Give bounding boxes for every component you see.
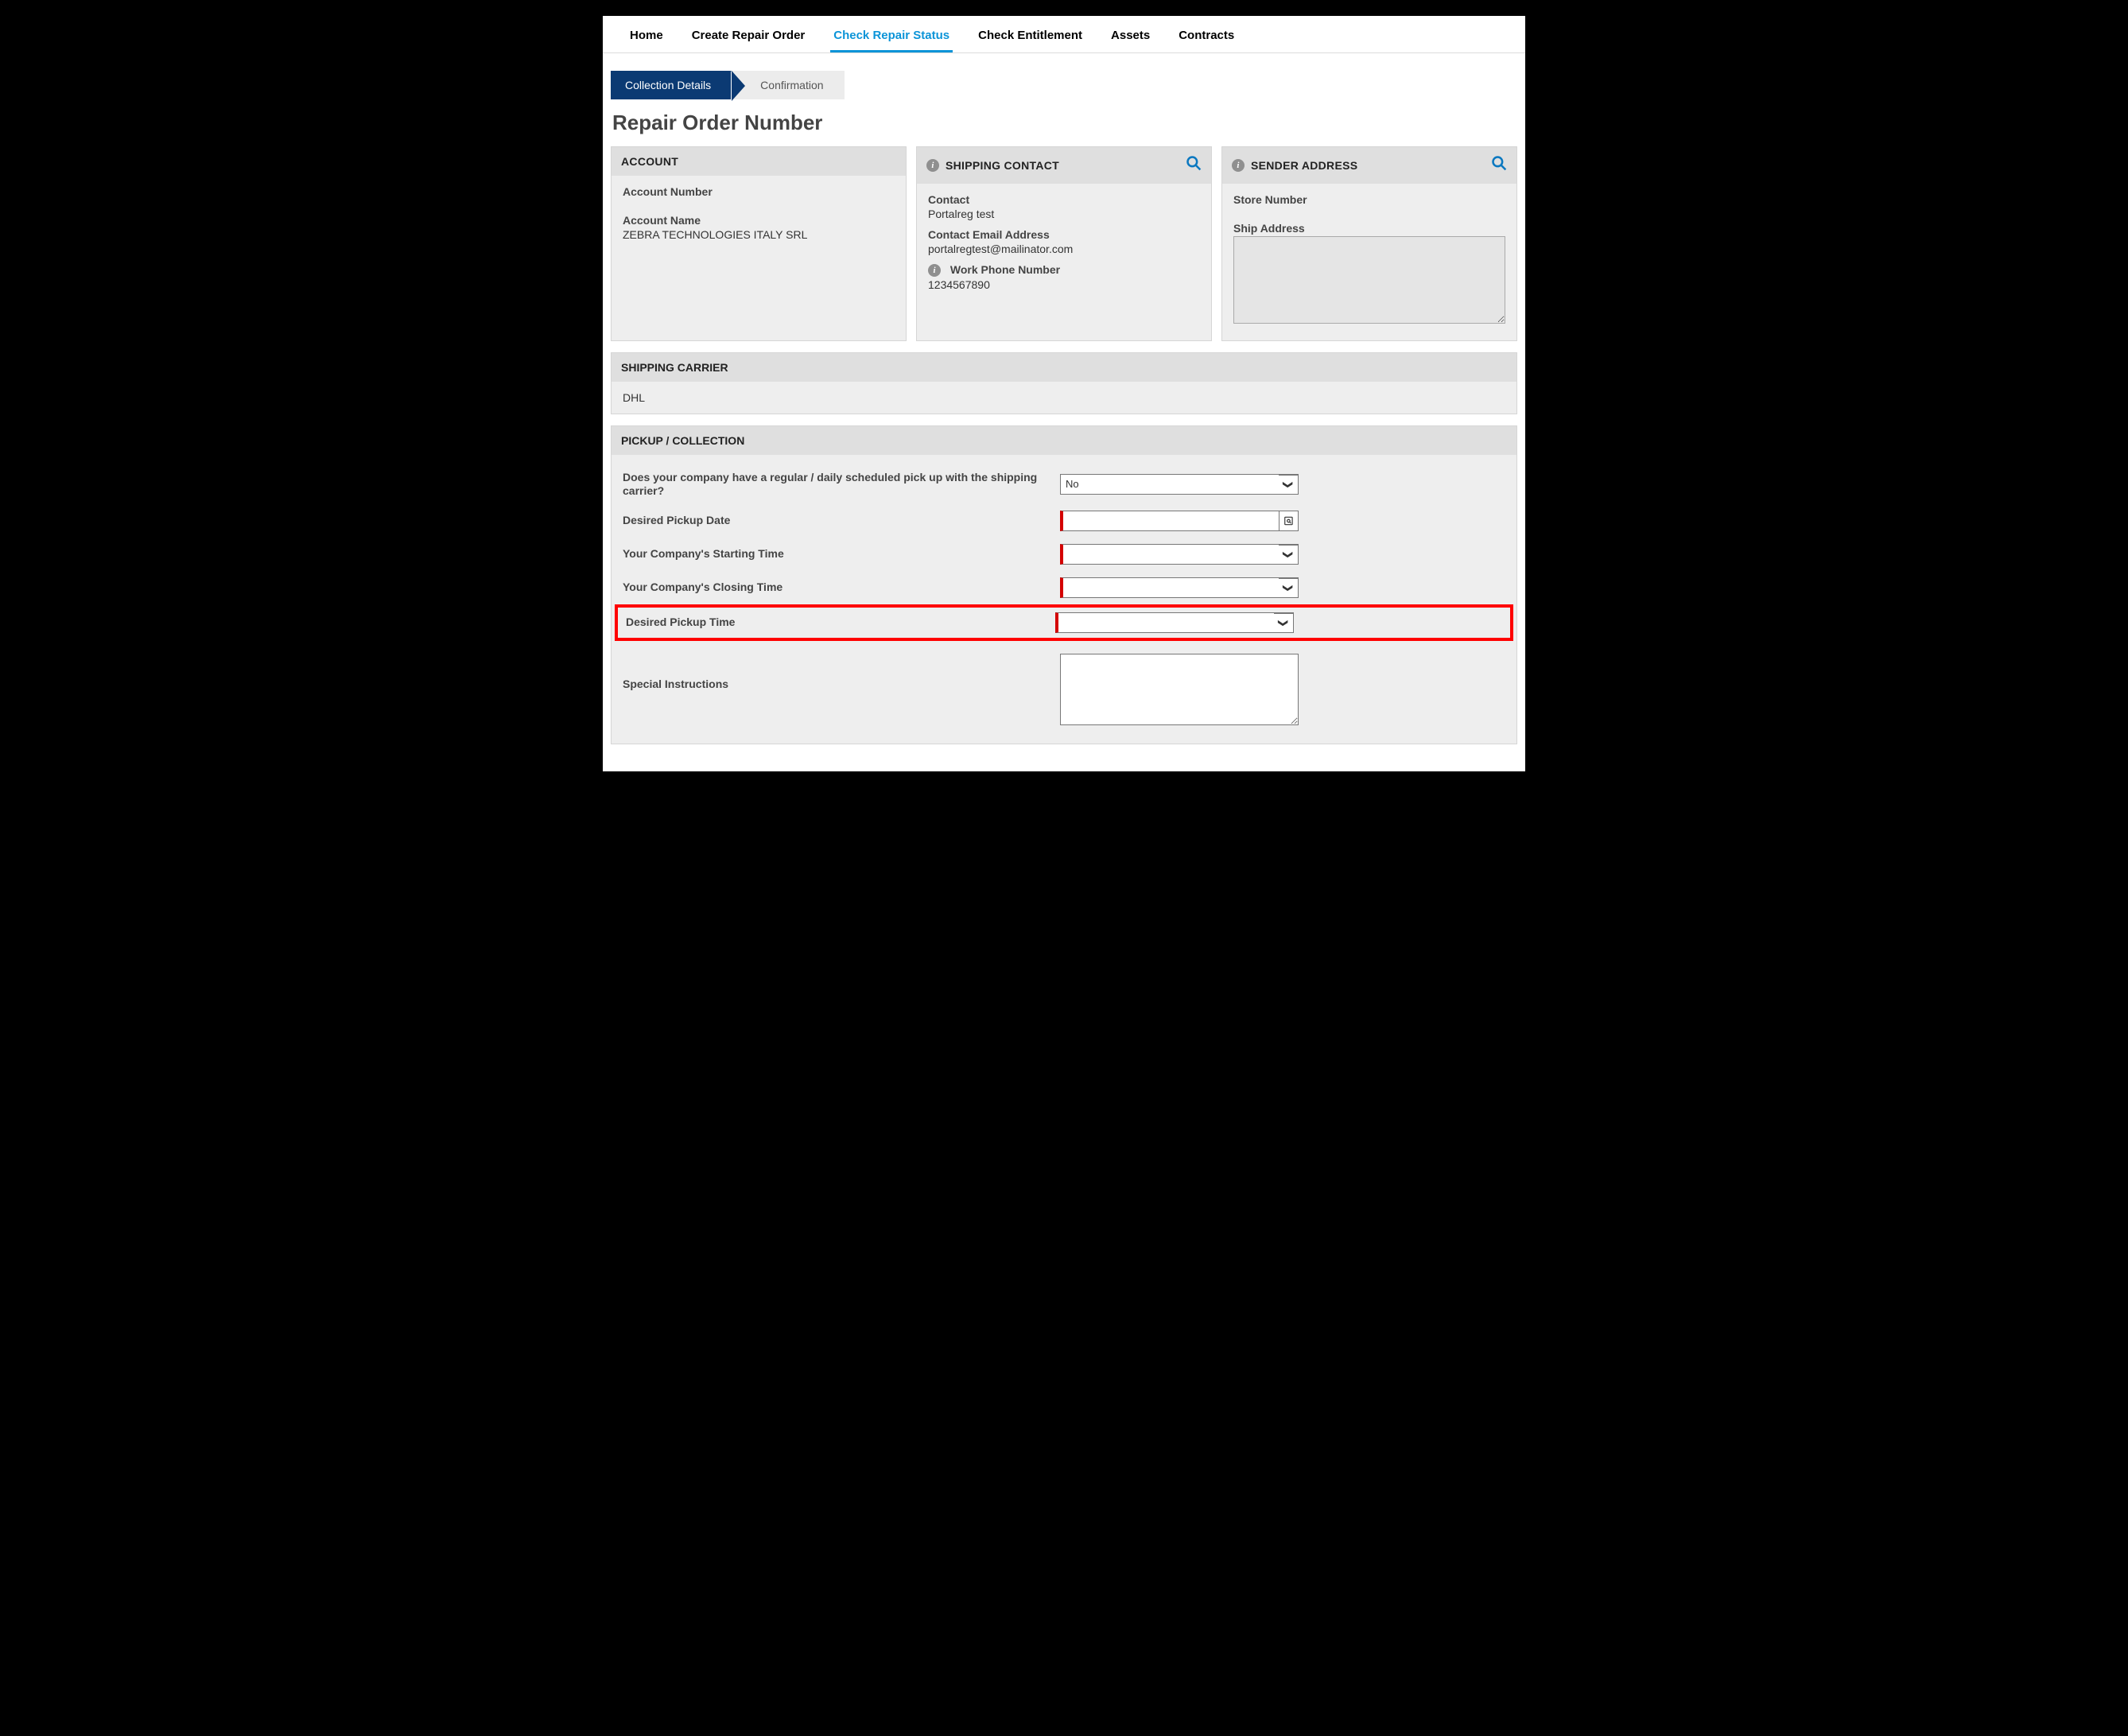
starting-time-label: Your Company's Starting Time [623, 547, 1060, 561]
sender-address-card: i SENDER ADDRESS Store Number Ship Addre… [1221, 146, 1517, 341]
special-instructions-label: Special Instructions [623, 654, 1060, 691]
ship-address-textarea[interactable] [1233, 236, 1505, 324]
nav-create-repair-order[interactable]: Create Repair Order [689, 22, 809, 52]
account-header: ACCOUNT [612, 147, 906, 176]
ship-address-label: Ship Address [1233, 222, 1505, 235]
nav-home[interactable]: Home [627, 22, 666, 52]
page-title: Repair Order Number [612, 111, 1517, 135]
shipping-carrier-header: SHIPPING CARRIER [612, 353, 1516, 382]
top-nav: Home Create Repair Order Check Repair St… [603, 22, 1525, 53]
info-icon: i [926, 159, 939, 172]
special-instructions-textarea[interactable] [1060, 654, 1299, 725]
nav-check-entitlement[interactable]: Check Entitlement [975, 22, 1085, 52]
pickup-collection-panel: PICKUP / COLLECTION Does your company ha… [611, 425, 1517, 744]
pickup-collection-header: PICKUP / COLLECTION [612, 426, 1516, 455]
regular-pickup-label: Does your company have a regular / daily… [623, 471, 1060, 498]
sender-address-header: i SENDER ADDRESS [1222, 147, 1516, 184]
chevron-down-icon: ❯ [1274, 613, 1293, 632]
calendar-search-icon [1279, 511, 1298, 530]
shipping-contact-card: i SHIPPING CONTACT Contact Portalreg tes… [916, 146, 1212, 341]
desired-pickup-date-label: Desired Pickup Date [623, 514, 1060, 527]
shipping-carrier-value: DHL [612, 382, 1516, 414]
nav-contracts[interactable]: Contracts [1175, 22, 1237, 52]
starting-time-select[interactable]: ❯ [1060, 544, 1299, 565]
work-phone-label: i Work Phone Number [928, 263, 1200, 277]
shipping-contact-header: i SHIPPING CONTACT [917, 147, 1211, 184]
closing-time-label: Your Company's Closing Time [623, 581, 1060, 594]
closing-time-select[interactable]: ❯ [1060, 577, 1299, 598]
shipping-carrier-panel: SHIPPING CARRIER DHL [611, 352, 1517, 414]
nav-assets[interactable]: Assets [1108, 22, 1153, 52]
regular-pickup-select[interactable]: No ❯ [1060, 474, 1299, 495]
chevron-down-icon: ❯ [1279, 578, 1298, 597]
info-icon: i [1232, 159, 1245, 172]
desired-pickup-time-select[interactable]: ❯ [1055, 612, 1294, 633]
desired-pickup-date-input[interactable] [1060, 511, 1299, 531]
chevron-down-icon: ❯ [1279, 545, 1298, 564]
account-name-value: ZEBRA TECHNOLOGIES ITALY SRL [623, 228, 895, 241]
contact-email-value: portalregtest@mailinator.com [928, 243, 1200, 255]
contact-email-label: Contact Email Address [928, 228, 1200, 241]
wizard-step-collection-details[interactable]: Collection Details [611, 71, 732, 99]
nav-check-repair-status[interactable]: Check Repair Status [830, 22, 953, 52]
account-card: ACCOUNT Account Number Account Name ZEBR… [611, 146, 907, 341]
wizard-steps: Collection Details Confirmation [611, 71, 1517, 99]
desired-pickup-time-highlight: Desired Pickup Time ❯ [615, 604, 1513, 641]
desired-pickup-time-label: Desired Pickup Time [626, 616, 1055, 629]
store-number-label: Store Number [1233, 193, 1505, 206]
info-icon: i [928, 264, 941, 277]
search-icon[interactable] [1186, 155, 1202, 176]
account-number-label: Account Number [623, 185, 895, 198]
wizard-step-confirmation[interactable]: Confirmation [732, 71, 844, 99]
search-icon[interactable] [1491, 155, 1507, 176]
work-phone-value: 1234567890 [928, 278, 1200, 291]
contact-label: Contact [928, 193, 1200, 206]
account-name-label: Account Name [623, 214, 895, 227]
contact-value: Portalreg test [928, 208, 1200, 220]
chevron-down-icon: ❯ [1279, 475, 1298, 494]
